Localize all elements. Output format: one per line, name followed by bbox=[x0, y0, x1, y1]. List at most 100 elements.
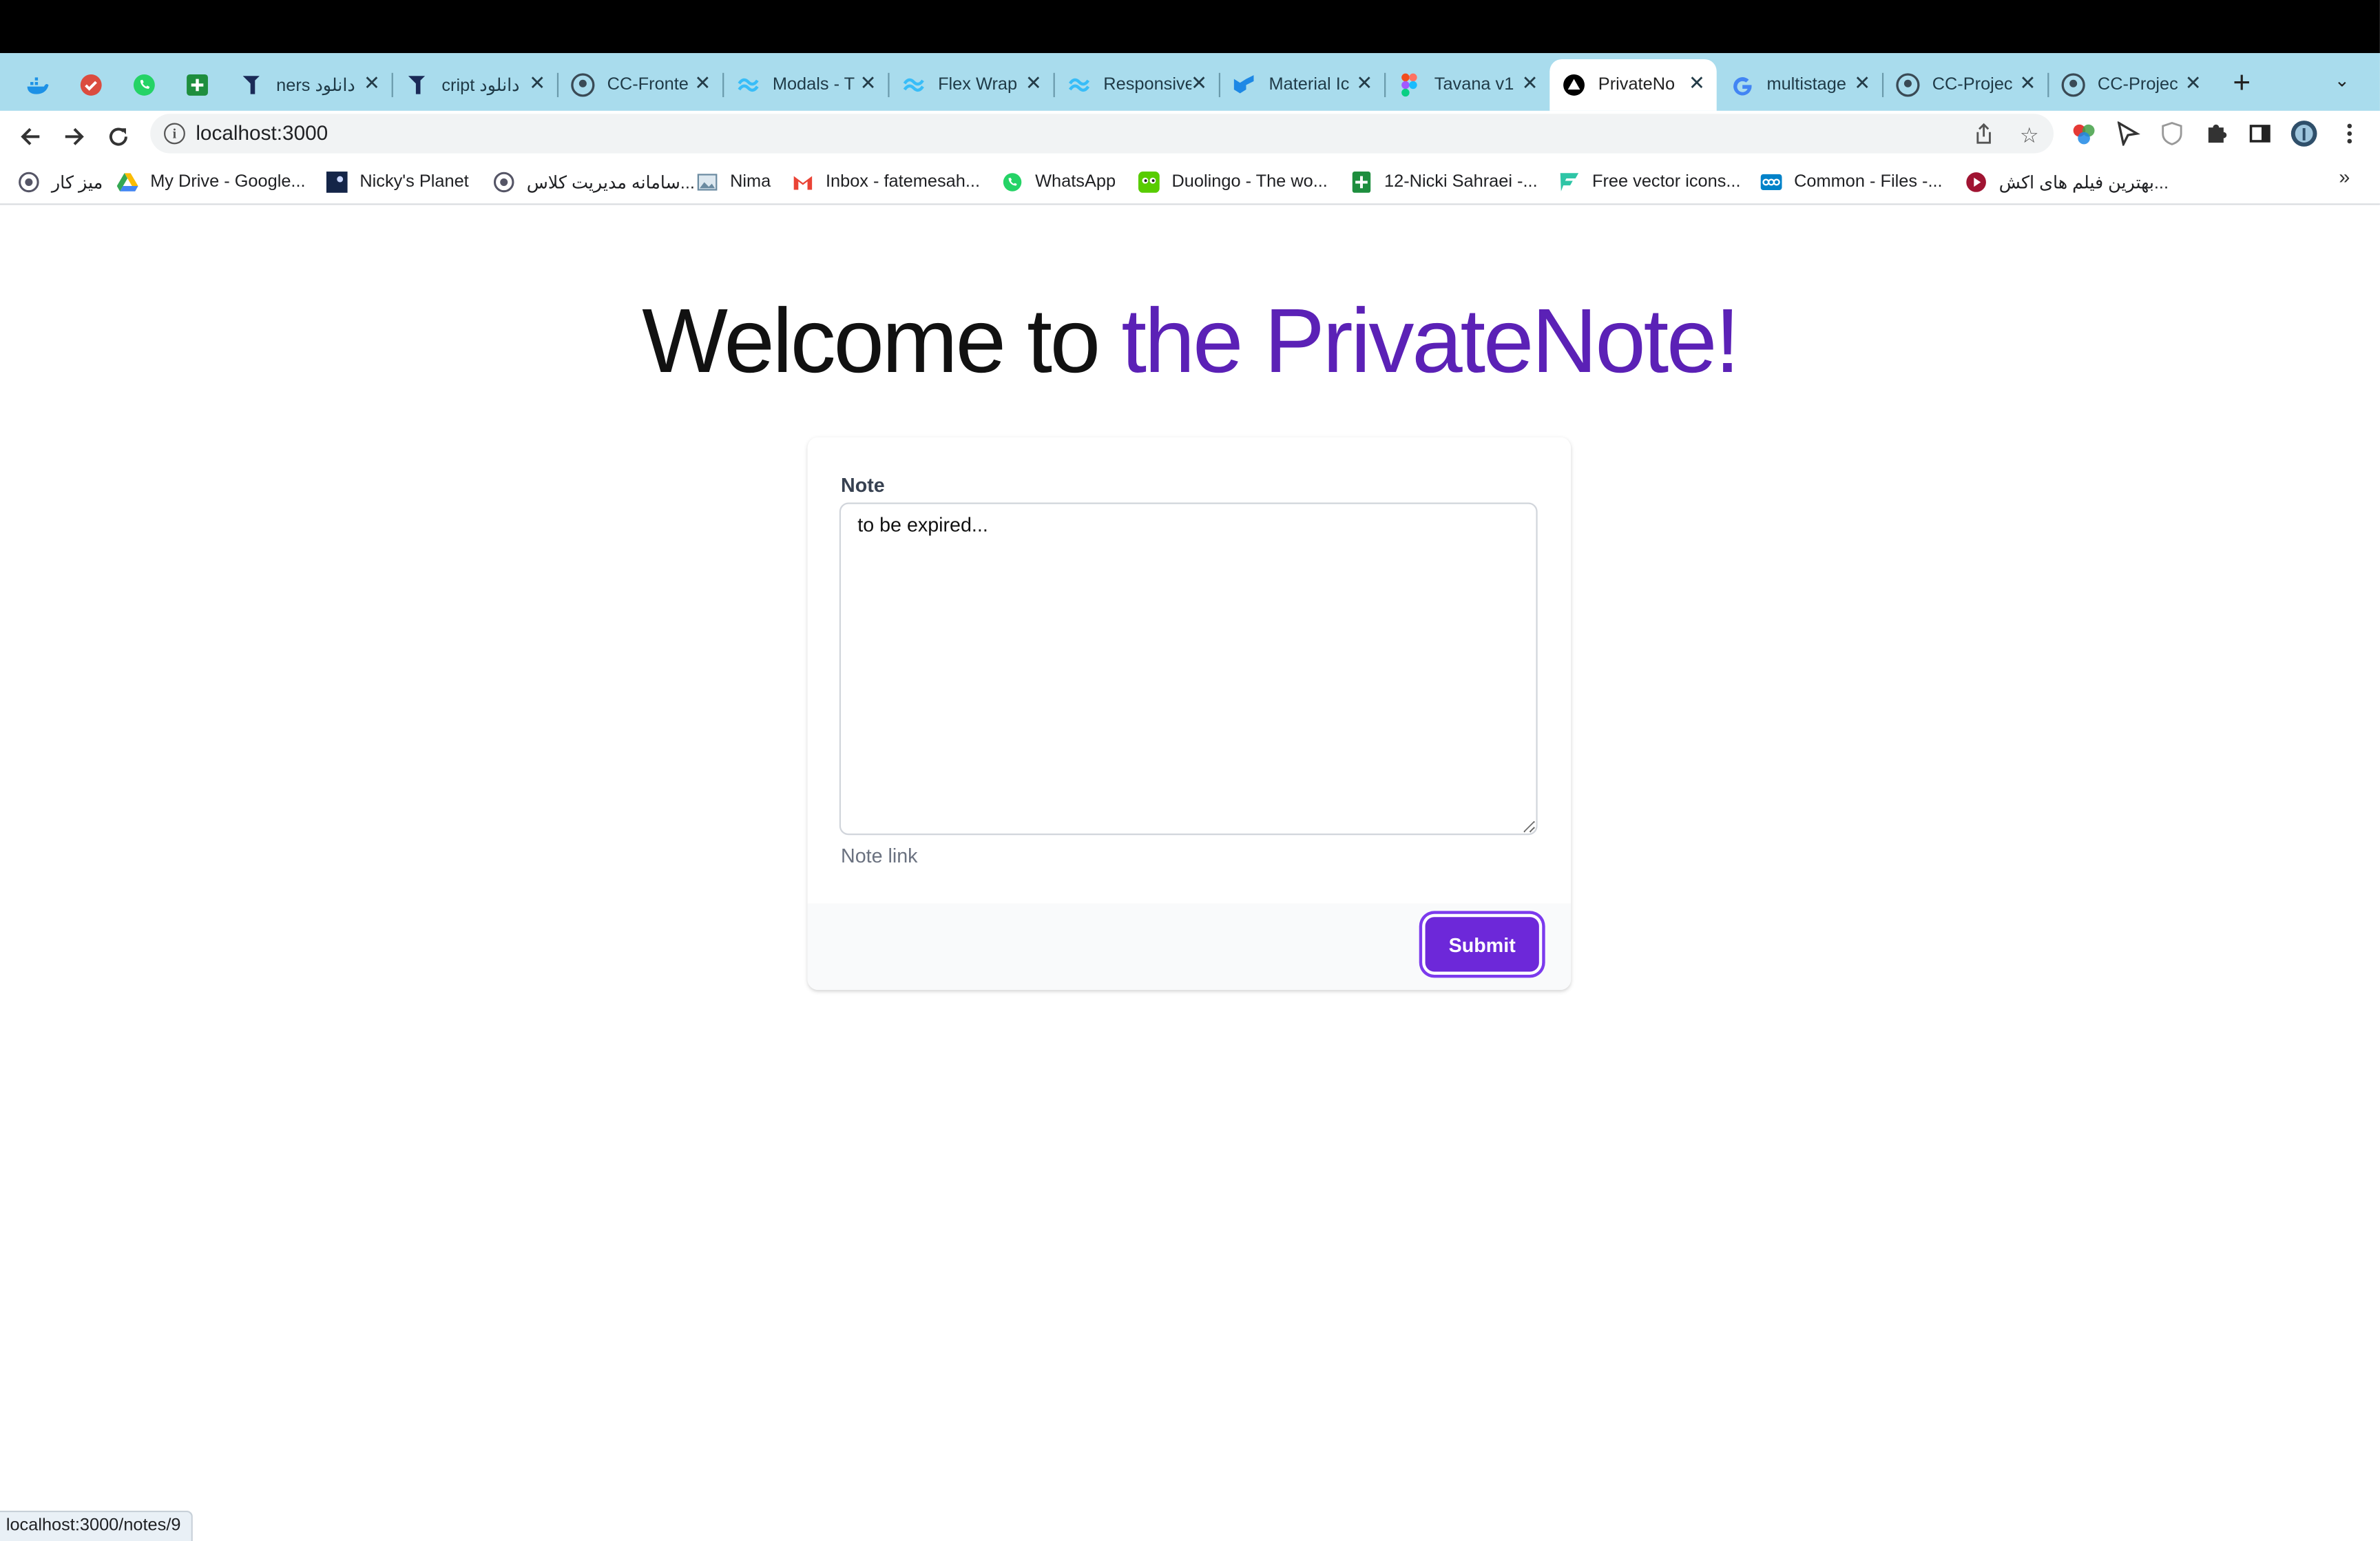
share-icon[interactable] bbox=[1972, 123, 1996, 147]
bookmarks-bar: میز کار My Drive - Google... Nicky's Pla… bbox=[0, 161, 2380, 205]
tab-title: Flex Wrap bbox=[938, 76, 1018, 94]
submit-button[interactable]: Submit bbox=[1425, 917, 1539, 972]
site-logo-icon bbox=[405, 73, 429, 97]
tab-close-icon[interactable]: ✕ bbox=[857, 72, 879, 94]
tab-close-icon[interactable]: ✕ bbox=[1852, 72, 1873, 94]
form-footer: Submit bbox=[807, 903, 1572, 991]
bookmark-item[interactable]: Common - Files -... bbox=[1760, 169, 1943, 196]
extensions-puzzle-icon[interactable] bbox=[2202, 120, 2230, 147]
university-logo-icon bbox=[493, 172, 514, 193]
bookmark-label: Common - Files -... bbox=[1794, 173, 1943, 192]
reload-button[interactable] bbox=[100, 118, 136, 155]
tab-title: Modals - T bbox=[772, 76, 855, 94]
note-textarea[interactable]: to be expired... bbox=[839, 502, 1538, 836]
tab-close-icon[interactable]: ✕ bbox=[1189, 72, 1210, 94]
tab-download-2[interactable]: cript دانلود ✕ bbox=[393, 59, 559, 111]
docker-whale-icon bbox=[27, 77, 49, 94]
color-picker-extension-icon[interactable] bbox=[2070, 120, 2098, 147]
tab-cc-frontend[interactable]: CC-Fronte ✕ bbox=[559, 59, 724, 111]
bookmark-item[interactable]: Duolingo - The wo... bbox=[1138, 169, 1328, 196]
google-sheets-icon bbox=[1351, 172, 1372, 193]
flaticon-icon bbox=[1559, 172, 1580, 193]
tab-title: CC-Fronte bbox=[607, 76, 689, 94]
pinned-tab-todoist[interactable] bbox=[65, 59, 117, 111]
material-ui-icon bbox=[1233, 73, 1257, 97]
github-icon bbox=[1896, 73, 1920, 97]
bookmark-label: Nicky's Planet bbox=[359, 173, 469, 192]
tab-close-icon[interactable]: ✕ bbox=[1023, 72, 1044, 94]
image-icon bbox=[697, 172, 718, 193]
more-bookmarks-button[interactable]: » bbox=[2339, 165, 2350, 188]
duolingo-icon bbox=[1138, 172, 1160, 193]
shield-extension-icon[interactable] bbox=[2158, 120, 2186, 147]
tab-multistage[interactable]: multistage ✕ bbox=[1718, 59, 1884, 111]
tab-cc-project-1[interactable]: CC-Projec ✕ bbox=[1883, 59, 2049, 111]
browser-toolbar: i localhost:3000 ☆ bbox=[0, 110, 2380, 161]
bookmark-label: Inbox - fatemesah... bbox=[825, 173, 980, 192]
tab-close-icon[interactable]: ✕ bbox=[362, 72, 383, 94]
bookmark-item[interactable]: 12-Nicki Sahraei -... bbox=[1351, 169, 1538, 196]
nextcloud-icon bbox=[1760, 172, 1782, 193]
bookmark-item[interactable]: میز کار bbox=[18, 169, 103, 196]
tab-title: PrivateNo bbox=[1598, 76, 1676, 94]
bookmark-label: Duolingo - The wo... bbox=[1171, 173, 1328, 192]
forward-button[interactable] bbox=[56, 118, 93, 155]
tab-close-icon[interactable]: ✕ bbox=[1354, 72, 1375, 94]
bookmark-label: Free vector icons... bbox=[1591, 173, 1741, 192]
tab-title: CC-Projec bbox=[2097, 76, 2178, 94]
bookmark-item[interactable]: Inbox - fatemesah... bbox=[792, 169, 980, 196]
address-url[interactable]: localhost:3000 bbox=[196, 121, 328, 144]
address-bar[interactable]: i localhost:3000 ☆ bbox=[150, 114, 2054, 154]
profile-avatar[interactable] bbox=[2290, 120, 2318, 147]
bookmark-item[interactable]: Free vector icons... bbox=[1559, 169, 1741, 196]
bookmark-label: بهترین فیلم های اکش... bbox=[1998, 174, 2169, 193]
new-tab-button[interactable]: + bbox=[2225, 67, 2258, 102]
bookmark-item[interactable]: Nicky's Planet bbox=[326, 169, 469, 196]
site-info-icon[interactable]: i bbox=[164, 123, 185, 145]
bookmark-label: 12-Nicki Sahraei -... bbox=[1384, 173, 1538, 192]
arrow-right-icon bbox=[65, 127, 84, 145]
bookmark-item[interactable]: Nima bbox=[697, 169, 771, 196]
tab-modals[interactable]: Modals - T ✕ bbox=[724, 59, 890, 111]
bookmark-label: میز کار bbox=[51, 174, 103, 193]
tab-close-icon[interactable]: ✕ bbox=[2182, 72, 2204, 94]
tailwind-icon bbox=[1067, 73, 1091, 97]
nextjs-icon bbox=[1562, 73, 1586, 97]
tab-tavana[interactable]: Tavana v1 ✕ bbox=[1386, 59, 1549, 111]
tab-title: Material Ic bbox=[1269, 76, 1350, 94]
tab-close-icon[interactable]: ✕ bbox=[1519, 72, 1541, 94]
bookmark-item[interactable]: بهترین فیلم های اکش... bbox=[1965, 169, 2169, 196]
tab-close-icon[interactable]: ✕ bbox=[2017, 72, 2038, 94]
tab-material-icons[interactable]: Material Ic ✕ bbox=[1220, 59, 1386, 111]
bookmark-item[interactable]: سامانه مدیریت کلاس... bbox=[493, 169, 695, 196]
google-drive-icon bbox=[116, 172, 138, 193]
status-bar-url: localhost:3000/notes/9 bbox=[0, 1510, 194, 1541]
tab-privatenote[interactable]: PrivateNo ✕ bbox=[1549, 59, 1717, 111]
tab-close-icon[interactable]: ✕ bbox=[527, 72, 548, 94]
arrow-left-icon bbox=[21, 127, 40, 145]
bookmark-item[interactable]: My Drive - Google... bbox=[116, 169, 306, 196]
tab-search-chevron-icon[interactable]: ⌄ bbox=[2335, 70, 2350, 91]
tab-flex-wrap[interactable]: Flex Wrap ✕ bbox=[890, 59, 1055, 111]
pinned-tab-docker[interactable] bbox=[12, 59, 64, 111]
google-icon bbox=[1731, 73, 1755, 97]
university-logo-icon bbox=[18, 172, 39, 193]
tab-title: CC-Projec bbox=[1932, 76, 2013, 94]
tailwind-icon bbox=[736, 73, 760, 97]
bookmark-label: WhatsApp bbox=[1035, 173, 1116, 192]
browser-menu-icon[interactable] bbox=[2336, 120, 2363, 147]
bookmark-item[interactable]: WhatsApp bbox=[1002, 169, 1116, 196]
tab-cc-project-2[interactable]: CC-Projec ✕ bbox=[2049, 59, 2213, 111]
tab-responsive[interactable]: Responsive ✕ bbox=[1055, 59, 1221, 111]
tab-close-icon[interactable]: ✕ bbox=[1687, 72, 1708, 94]
pinned-tab-whatsapp[interactable] bbox=[118, 59, 170, 111]
tab-close-icon[interactable]: ✕ bbox=[692, 72, 713, 94]
figma-icon bbox=[1398, 73, 1422, 97]
bookmark-label: Nima bbox=[730, 173, 771, 192]
pinned-tab-sheets[interactable] bbox=[171, 59, 223, 111]
bookmark-star-icon[interactable]: ☆ bbox=[2017, 123, 2041, 147]
back-button[interactable] bbox=[12, 118, 49, 155]
cursor-extension-icon[interactable] bbox=[2114, 120, 2142, 147]
tab-download-1[interactable]: ners دانلود ✕ bbox=[228, 59, 393, 111]
side-panel-icon[interactable] bbox=[2246, 120, 2274, 147]
